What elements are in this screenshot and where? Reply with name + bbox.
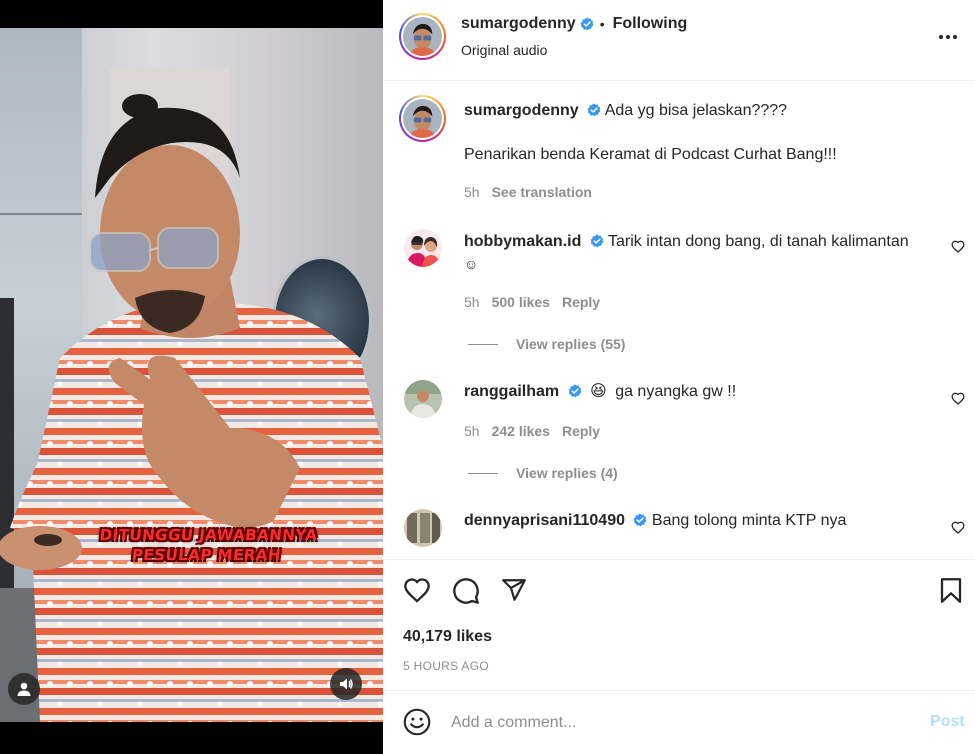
view-replies-button[interactable]: View replies (4) [468,465,618,481]
avatar-image [403,17,442,56]
comment-meta: 5h 500 likes Reply [464,294,600,310]
comment-line: ranggailham 😆 ga nyangka gw !! [464,381,736,403]
comment-meta: 5h 242 likes Reply [464,423,600,439]
commenter-avatar[interactable] [404,229,442,267]
author-avatar[interactable] [399,13,446,60]
post-actions: 40,179 likes 5 HOURS AGO [383,559,975,691]
caption-meta: 5h See translation [464,184,592,200]
header-separator: • [599,16,605,32]
comment-text-emoji: ☺ [464,256,479,272]
verified-badge-icon [580,17,594,31]
more-dots-icon [939,35,943,39]
video-frame[interactable]: DITUNGGU JAWABANNYA PESULAP MERAH [0,28,383,722]
comment-text: ga nyangka gw !! [615,383,737,400]
view-replies-label: View replies (55) [516,336,626,352]
caption-author-avatar[interactable] [399,95,446,142]
verified-badge-icon [634,513,647,527]
send-icon[interactable] [500,577,528,603]
comment-text: Bang tolong minta KTP nya [651,512,847,529]
avatar-inner [401,15,444,58]
verified-badge-icon [590,234,604,248]
heart-icon[interactable] [403,577,431,603]
comment-time[interactable]: 5h [464,423,480,439]
avatar-image [403,99,442,138]
header-user-row: sumargodenny • Following [461,15,687,33]
like-comment-heart-icon[interactable] [951,240,965,253]
verified-badge-icon [568,384,581,398]
reply-button[interactable]: Reply [562,423,600,439]
post-header: sumargodenny • Following Original audio [383,0,975,81]
tagged-users-button[interactable] [8,673,40,705]
add-comment-bar: Post [383,691,975,754]
more-dot [946,35,950,39]
commenter-avatar[interactable] [404,380,442,418]
comment-time[interactable]: 5h [464,294,480,310]
bookmark-icon[interactable] [939,577,963,604]
user-tag-icon [17,682,31,696]
reply-button[interactable]: Reply [562,294,600,310]
emoji-icon[interactable] [403,708,431,736]
commenter-avatar[interactable] [404,509,442,547]
comment-line: dennyaprisani110490 Bang tolong minta KT… [464,510,846,532]
post-timestamp[interactable]: 5 HOURS AGO [403,659,489,673]
view-replies-label: View replies (4) [516,465,618,481]
video-overlay-caption: DITUNGGU JAWABANNYA PESULAP MERAH [98,526,319,564]
comment-emoji: 😆 [590,383,607,400]
avatar-image [404,229,442,267]
caption-text-2: Penarikan benda Keramat di Podcast Curha… [464,146,837,163]
like-comment-heart-icon[interactable] [951,521,965,534]
person-illustration [0,94,383,722]
caption-username[interactable]: sumargodenny [464,102,579,119]
verified-badge-icon [587,103,601,117]
comments-list[interactable]: sumargodenny Ada yg bisa jelaskan???? Pe… [383,81,975,559]
instagram-post-view: DITUNGGU JAWABANNYA PESULAP MERAH sumarg… [0,0,975,754]
avatar-image [404,509,442,547]
author-username[interactable]: sumargodenny [461,15,576,33]
see-translation-button[interactable]: See translation [492,184,592,200]
comment-text: Tarik intan dong bang, di tanah kalimant… [607,233,909,250]
more-dot [953,35,957,39]
comment-likes[interactable]: 242 likes [492,423,550,439]
likes-count[interactable]: 40,179 likes [403,628,492,646]
audio-toggle-button[interactable] [330,668,362,700]
post-comment-button[interactable]: Post [930,713,965,731]
speaker-icon [340,678,353,690]
comment-username[interactable]: hobbymakan.id [464,233,581,250]
comment-icon[interactable] [452,577,480,605]
avatar-inner [401,97,444,140]
comment-line: hobbymakan.id Tarik intan dong bang, di … [464,231,934,253]
add-comment-input[interactable] [451,711,891,735]
avatar-image [404,380,442,418]
like-comment-heart-icon[interactable] [951,392,965,405]
replies-divider [468,343,498,345]
comment-likes[interactable]: 500 likes [492,294,550,310]
post-media[interactable]: DITUNGGU JAWABANNYA PESULAP MERAH [0,0,383,754]
caption-line-1: sumargodenny Ada yg bisa jelaskan???? [464,100,787,122]
replies-divider [468,472,498,474]
post-details-panel: sumargodenny • Following Original audio [383,0,975,754]
caption-text-1: Ada yg bisa jelaskan???? [604,102,788,119]
comment-username[interactable]: dennyaprisani110490 [464,512,625,529]
view-replies-button[interactable]: View replies (55) [468,336,625,352]
more-options-button[interactable] [939,35,957,39]
caption-time[interactable]: 5h [464,184,480,200]
following-button[interactable]: Following [613,15,688,33]
original-audio-link[interactable]: Original audio [461,42,547,58]
comment-username[interactable]: ranggailham [464,383,559,400]
